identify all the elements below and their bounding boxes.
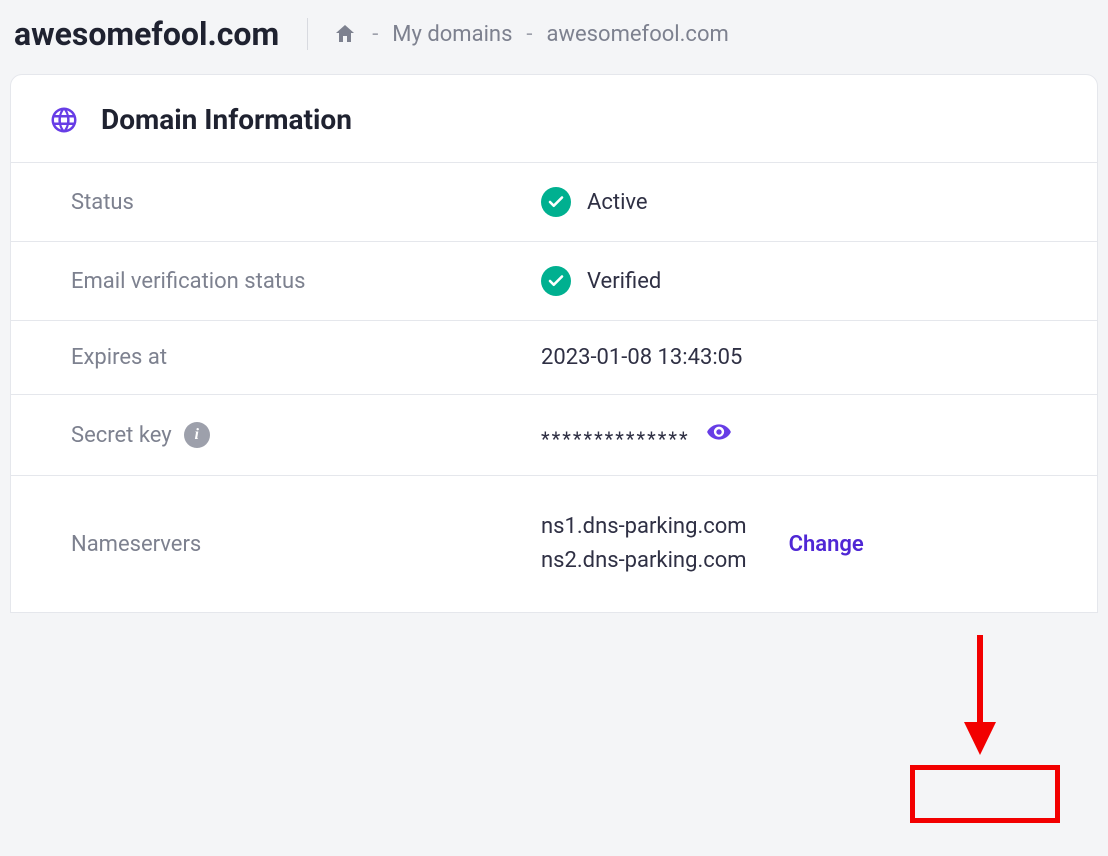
page-header: awesomefool.com - My domains - awesomefo… [0, 0, 1108, 74]
secret-key-label: Secret key i [71, 422, 541, 448]
panel-title: Domain Information [101, 103, 352, 136]
check-icon [541, 187, 571, 217]
breadcrumb-separator: - [372, 22, 378, 47]
home-icon[interactable] [332, 22, 358, 46]
status-value: Active [541, 187, 1069, 217]
row-status: Status Active [11, 163, 1097, 242]
row-expires: Expires at 2023-01-08 13:43:05 [11, 321, 1097, 395]
email-verification-text: Verified [587, 269, 661, 294]
status-label: Status [71, 190, 541, 215]
change-nameservers-link[interactable]: Change [789, 532, 864, 557]
annotation-box [910, 765, 1060, 823]
secret-key-masked: ************** [541, 427, 690, 451]
row-email-verification: Email verification status Verified [11, 242, 1097, 321]
breadcrumb-separator: - [526, 22, 532, 47]
globe-icon [49, 105, 79, 135]
nameservers-label: Nameservers [71, 532, 541, 557]
breadcrumb-current: awesomefool.com [547, 22, 729, 47]
check-icon [541, 266, 571, 296]
page-title: awesomefool.com [14, 18, 308, 50]
arrow-icon [950, 630, 1010, 760]
breadcrumb: - My domains - awesomefool.com [308, 22, 729, 47]
email-verification-label: Email verification status [71, 269, 541, 294]
eye-icon[interactable] [706, 419, 732, 451]
nameserver-2: ns2.dns-parking.com [541, 544, 747, 578]
domain-info-panel: Domain Information Status Active Email v… [10, 74, 1098, 613]
nameserver-1: ns1.dns-parking.com [541, 510, 747, 544]
nameservers-value: ns1.dns-parking.com ns2.dns-parking.com … [541, 510, 1069, 578]
status-text: Active [587, 190, 648, 215]
email-verification-value: Verified [541, 266, 1069, 296]
secret-key-label-text: Secret key [71, 423, 172, 448]
secret-key-value: ************** [541, 419, 1069, 451]
info-icon[interactable]: i [184, 422, 210, 448]
row-secret-key: Secret key i ************** [11, 395, 1097, 476]
breadcrumb-my-domains[interactable]: My domains [392, 22, 512, 47]
row-nameservers: Nameservers ns1.dns-parking.com ns2.dns-… [11, 476, 1097, 612]
panel-header: Domain Information [11, 75, 1097, 163]
expires-label: Expires at [71, 345, 541, 370]
expires-value: 2023-01-08 13:43:05 [541, 345, 1069, 370]
nameservers-list: ns1.dns-parking.com ns2.dns-parking.com [541, 510, 747, 578]
